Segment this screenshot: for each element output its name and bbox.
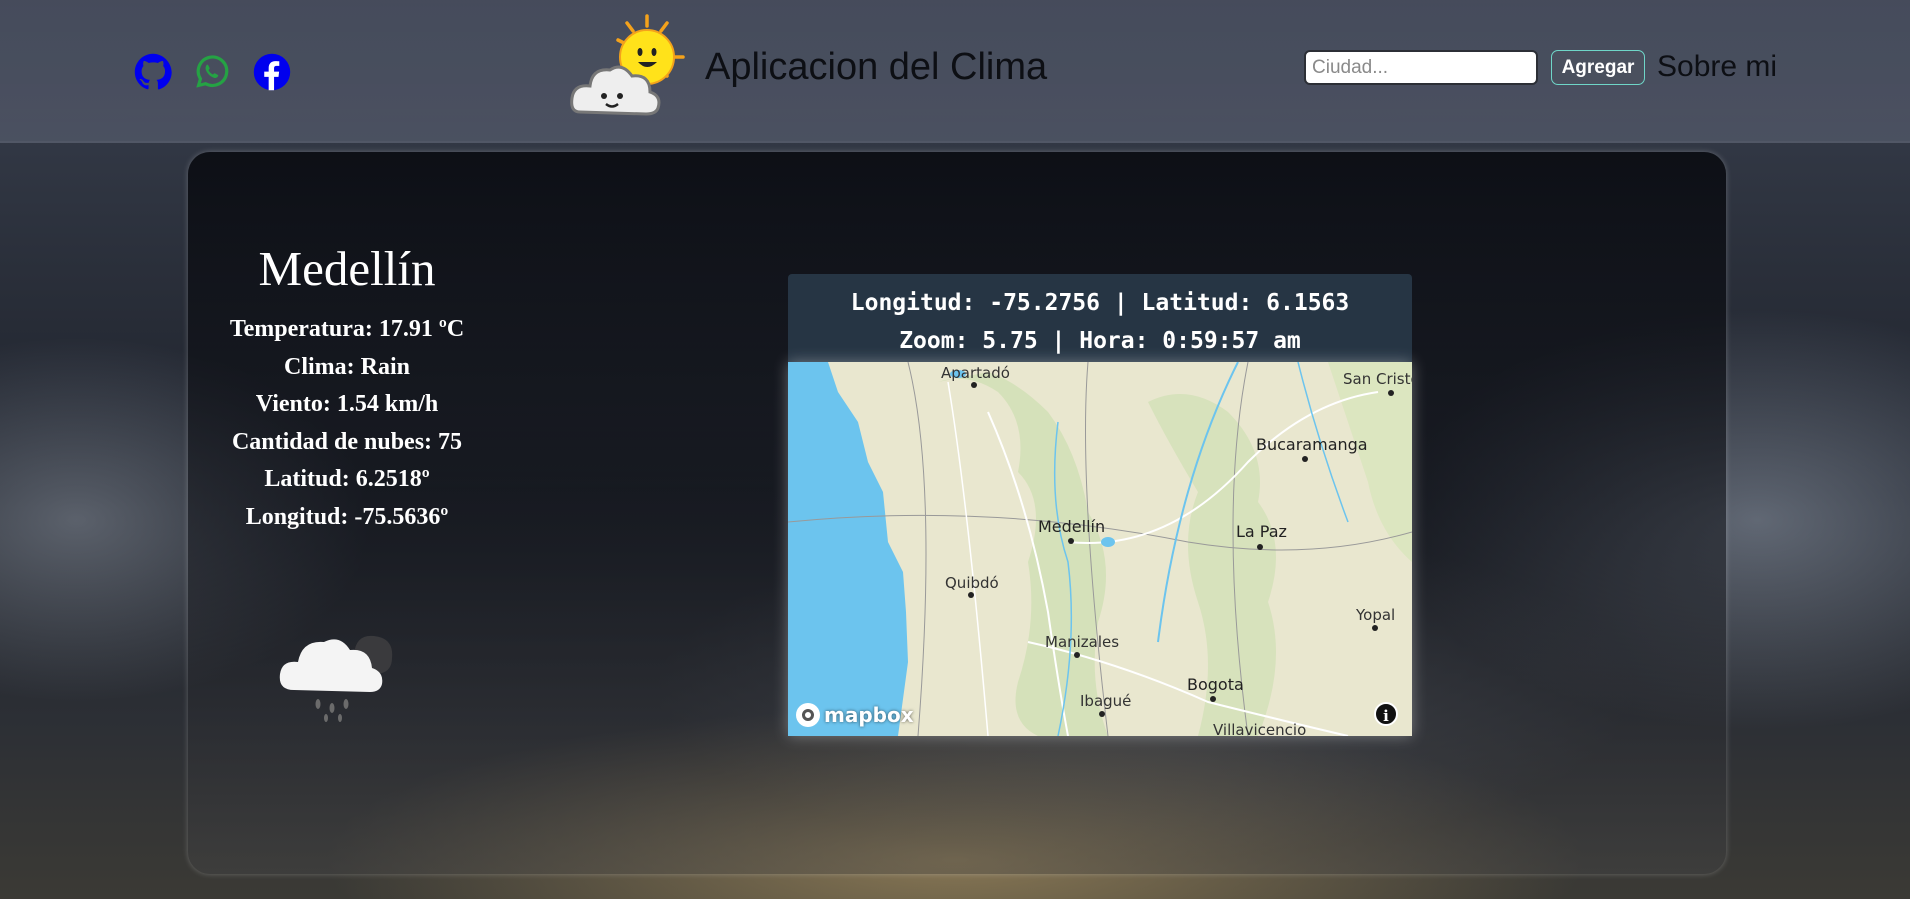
map-dot bbox=[968, 592, 974, 598]
clouds-text: Cantidad de nubes: 75 bbox=[231, 428, 463, 455]
wind-text: Viento: 1.54 km/h bbox=[255, 391, 439, 417]
map-label-yopal: Yopal bbox=[1356, 606, 1396, 624]
weather-info: Medellín Temperatura: 17.91 ºC Clima: Ra… bbox=[188, 240, 506, 536]
map-label-san-cristobal: San Cristó bbox=[1343, 370, 1412, 388]
github-icon[interactable] bbox=[133, 52, 173, 92]
map-label-bucaramanga: Bucaramanga bbox=[1256, 435, 1368, 454]
map-label-la-paz: La Paz bbox=[1236, 522, 1287, 541]
map-label-apartado: Apartadó bbox=[941, 364, 1010, 382]
latitude-text: Latitud: 6.2518º bbox=[264, 466, 430, 492]
map-dot bbox=[1068, 538, 1074, 544]
about-me-link[interactable]: Sobre mi bbox=[1657, 50, 1777, 84]
map-dot bbox=[1372, 625, 1378, 631]
add-city-button[interactable]: Agregar bbox=[1551, 50, 1645, 85]
map-dot bbox=[1210, 696, 1216, 702]
map-label-bogota: Bogota bbox=[1187, 675, 1244, 694]
mapbox-logo[interactable]: mapbox bbox=[796, 702, 914, 728]
map-label-manizales: Manizales bbox=[1045, 633, 1120, 651]
map-info-button[interactable]: i bbox=[1374, 702, 1398, 726]
whatsapp-icon[interactable] bbox=[192, 52, 232, 92]
map-dot bbox=[1257, 544, 1263, 550]
map-label-ibague: Ibagué bbox=[1080, 692, 1132, 710]
map-label-villavicencio: Villavicencio bbox=[1213, 721, 1307, 736]
city-name: Medellín bbox=[258, 241, 436, 296]
map-dot bbox=[1099, 711, 1105, 717]
map-zoom-time-line: Zoom: 5.75 | Hora: 0:59:57 am bbox=[899, 328, 1301, 354]
city-search-input[interactable] bbox=[1304, 50, 1538, 85]
map-dot bbox=[1074, 652, 1080, 658]
app-header: Aplicacion del Clima Agregar Sobre mi bbox=[0, 0, 1910, 143]
map-view[interactable]: Apartadó San Cristó Bucaramanga Medellín… bbox=[788, 362, 1412, 736]
map-coords-line: Longitud: -75.2756 | Latitud: 6.1563 bbox=[850, 290, 1350, 316]
longitude-text: Longitud: -75.5636º bbox=[245, 503, 449, 530]
map-dot bbox=[1302, 456, 1308, 462]
mapbox-icon bbox=[796, 703, 820, 727]
map-coordinates-panel: Longitud: -75.2756 | Latitud: 6.1563 Zoo… bbox=[788, 274, 1412, 362]
app-logo bbox=[570, 12, 690, 120]
app-title: Aplicacion del Clima bbox=[705, 46, 1048, 88]
temperature-text: Temperatura: 17.91 ºC bbox=[229, 316, 465, 342]
facebook-icon[interactable] bbox=[252, 52, 292, 92]
map-dot bbox=[1388, 390, 1394, 396]
weather-card: Medellín Temperatura: 17.91 ºC Clima: Ra… bbox=[188, 152, 1726, 874]
map-terrain bbox=[788, 362, 1412, 736]
map-label-medellin: Medellín bbox=[1038, 517, 1106, 536]
rain-cloud-icon bbox=[274, 594, 414, 724]
condition-text: Clima: Rain bbox=[284, 353, 410, 380]
mapbox-text: mapbox bbox=[824, 703, 914, 727]
map-dot bbox=[971, 382, 977, 388]
map-label-quibdo: Quibdó bbox=[945, 574, 999, 592]
